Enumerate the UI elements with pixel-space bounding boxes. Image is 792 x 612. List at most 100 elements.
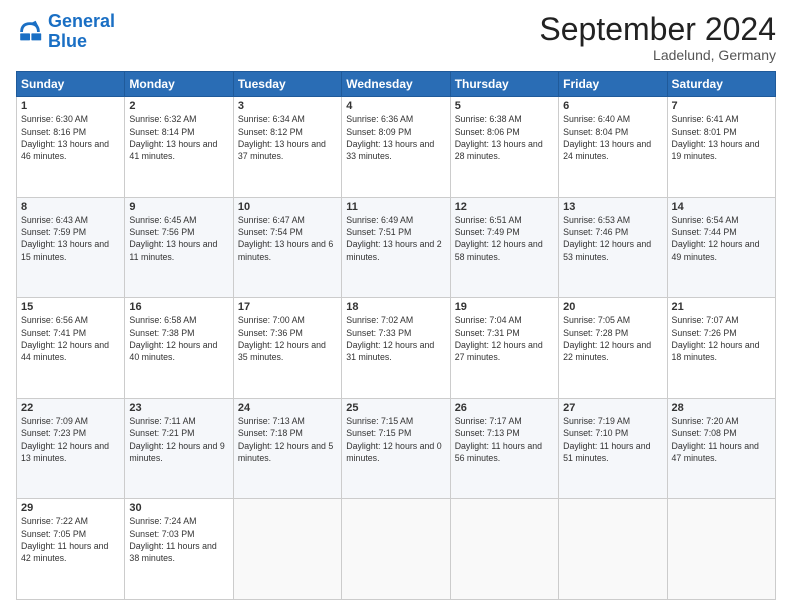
weekday-header: Thursday: [450, 72, 558, 97]
day-info: Sunrise: 7:17 AMSunset: 7:13 PMDaylight:…: [455, 415, 554, 464]
day-number: 24: [238, 402, 337, 414]
day-number: 15: [21, 301, 120, 313]
calendar-cell: 28Sunrise: 7:20 AMSunset: 7:08 PMDayligh…: [667, 398, 775, 499]
day-info: Sunrise: 6:47 AMSunset: 7:54 PMDaylight:…: [238, 214, 337, 263]
day-number: 11: [346, 201, 445, 213]
day-info: Sunrise: 7:20 AMSunset: 7:08 PMDaylight:…: [672, 415, 771, 464]
calendar-cell: 13Sunrise: 6:53 AMSunset: 7:46 PMDayligh…: [559, 197, 667, 298]
day-number: 4: [346, 100, 445, 112]
day-info: Sunrise: 7:00 AMSunset: 7:36 PMDaylight:…: [238, 314, 337, 363]
day-number: 5: [455, 100, 554, 112]
logo: General Blue: [16, 12, 115, 52]
day-info: Sunrise: 6:34 AMSunset: 8:12 PMDaylight:…: [238, 113, 337, 162]
day-number: 12: [455, 201, 554, 213]
calendar-cell: 23Sunrise: 7:11 AMSunset: 7:21 PMDayligh…: [125, 398, 233, 499]
day-number: 23: [129, 402, 228, 414]
weekday-header: Friday: [559, 72, 667, 97]
day-info: Sunrise: 6:58 AMSunset: 7:38 PMDaylight:…: [129, 314, 228, 363]
calendar-cell: 12Sunrise: 6:51 AMSunset: 7:49 PMDayligh…: [450, 197, 558, 298]
calendar-cell: 19Sunrise: 7:04 AMSunset: 7:31 PMDayligh…: [450, 298, 558, 399]
calendar-cell: 20Sunrise: 7:05 AMSunset: 7:28 PMDayligh…: [559, 298, 667, 399]
day-info: Sunrise: 6:43 AMSunset: 7:59 PMDaylight:…: [21, 214, 120, 263]
day-info: Sunrise: 7:13 AMSunset: 7:18 PMDaylight:…: [238, 415, 337, 464]
day-number: 10: [238, 201, 337, 213]
calendar-cell: 9Sunrise: 6:45 AMSunset: 7:56 PMDaylight…: [125, 197, 233, 298]
logo-icon: [16, 18, 44, 46]
calendar-cell: 15Sunrise: 6:56 AMSunset: 7:41 PMDayligh…: [17, 298, 125, 399]
calendar-cell: 26Sunrise: 7:17 AMSunset: 7:13 PMDayligh…: [450, 398, 558, 499]
calendar-cell: [667, 499, 775, 600]
calendar-cell: 7Sunrise: 6:41 AMSunset: 8:01 PMDaylight…: [667, 97, 775, 198]
calendar-cell: [559, 499, 667, 600]
day-info: Sunrise: 7:19 AMSunset: 7:10 PMDaylight:…: [563, 415, 662, 464]
day-info: Sunrise: 7:15 AMSunset: 7:15 PMDaylight:…: [346, 415, 445, 464]
day-number: 2: [129, 100, 228, 112]
calendar-cell: 18Sunrise: 7:02 AMSunset: 7:33 PMDayligh…: [342, 298, 450, 399]
calendar-table: SundayMondayTuesdayWednesdayThursdayFrid…: [16, 71, 776, 600]
calendar-cell: 24Sunrise: 7:13 AMSunset: 7:18 PMDayligh…: [233, 398, 341, 499]
day-number: 25: [346, 402, 445, 414]
day-info: Sunrise: 6:54 AMSunset: 7:44 PMDaylight:…: [672, 214, 771, 263]
weekday-header: Saturday: [667, 72, 775, 97]
day-number: 6: [563, 100, 662, 112]
day-info: Sunrise: 6:32 AMSunset: 8:14 PMDaylight:…: [129, 113, 228, 162]
calendar-cell: 8Sunrise: 6:43 AMSunset: 7:59 PMDaylight…: [17, 197, 125, 298]
day-number: 22: [21, 402, 120, 414]
day-info: Sunrise: 7:24 AMSunset: 7:03 PMDaylight:…: [129, 515, 228, 564]
day-number: 17: [238, 301, 337, 313]
weekday-header: Sunday: [17, 72, 125, 97]
day-number: 29: [21, 502, 120, 514]
logo-text: General Blue: [48, 12, 115, 52]
day-info: Sunrise: 6:41 AMSunset: 8:01 PMDaylight:…: [672, 113, 771, 162]
day-number: 14: [672, 201, 771, 213]
day-number: 7: [672, 100, 771, 112]
day-info: Sunrise: 7:09 AMSunset: 7:23 PMDaylight:…: [21, 415, 120, 464]
weekday-header: Monday: [125, 72, 233, 97]
day-number: 18: [346, 301, 445, 313]
logo-line2: Blue: [48, 31, 87, 51]
page: General Blue September 2024 Ladelund, Ge…: [0, 0, 792, 612]
day-info: Sunrise: 7:05 AMSunset: 7:28 PMDaylight:…: [563, 314, 662, 363]
day-info: Sunrise: 6:30 AMSunset: 8:16 PMDaylight:…: [21, 113, 120, 162]
day-info: Sunrise: 7:07 AMSunset: 7:26 PMDaylight:…: [672, 314, 771, 363]
calendar-cell: 16Sunrise: 6:58 AMSunset: 7:38 PMDayligh…: [125, 298, 233, 399]
day-info: Sunrise: 6:56 AMSunset: 7:41 PMDaylight:…: [21, 314, 120, 363]
day-info: Sunrise: 7:04 AMSunset: 7:31 PMDaylight:…: [455, 314, 554, 363]
calendar-cell: [233, 499, 341, 600]
month-title: September 2024: [539, 12, 776, 47]
day-number: 1: [21, 100, 120, 112]
day-number: 20: [563, 301, 662, 313]
top-section: General Blue September 2024 Ladelund, Ge…: [16, 12, 776, 63]
day-number: 26: [455, 402, 554, 414]
day-number: 16: [129, 301, 228, 313]
calendar-cell: [342, 499, 450, 600]
calendar-cell: 4Sunrise: 6:36 AMSunset: 8:09 PMDaylight…: [342, 97, 450, 198]
calendar-cell: 14Sunrise: 6:54 AMSunset: 7:44 PMDayligh…: [667, 197, 775, 298]
day-info: Sunrise: 6:38 AMSunset: 8:06 PMDaylight:…: [455, 113, 554, 162]
calendar-cell: 17Sunrise: 7:00 AMSunset: 7:36 PMDayligh…: [233, 298, 341, 399]
calendar-cell: 30Sunrise: 7:24 AMSunset: 7:03 PMDayligh…: [125, 499, 233, 600]
location: Ladelund, Germany: [539, 47, 776, 63]
calendar-cell: 11Sunrise: 6:49 AMSunset: 7:51 PMDayligh…: [342, 197, 450, 298]
calendar-cell: 1Sunrise: 6:30 AMSunset: 8:16 PMDaylight…: [17, 97, 125, 198]
calendar-cell: 25Sunrise: 7:15 AMSunset: 7:15 PMDayligh…: [342, 398, 450, 499]
calendar-cell: 27Sunrise: 7:19 AMSunset: 7:10 PMDayligh…: [559, 398, 667, 499]
weekday-header: Wednesday: [342, 72, 450, 97]
title-block: September 2024 Ladelund, Germany: [539, 12, 776, 63]
logo-line1: General: [48, 11, 115, 31]
day-number: 27: [563, 402, 662, 414]
day-info: Sunrise: 6:45 AMSunset: 7:56 PMDaylight:…: [129, 214, 228, 263]
day-info: Sunrise: 7:11 AMSunset: 7:21 PMDaylight:…: [129, 415, 228, 464]
calendar-cell: 29Sunrise: 7:22 AMSunset: 7:05 PMDayligh…: [17, 499, 125, 600]
day-info: Sunrise: 6:36 AMSunset: 8:09 PMDaylight:…: [346, 113, 445, 162]
day-info: Sunrise: 7:02 AMSunset: 7:33 PMDaylight:…: [346, 314, 445, 363]
day-number: 9: [129, 201, 228, 213]
day-info: Sunrise: 6:40 AMSunset: 8:04 PMDaylight:…: [563, 113, 662, 162]
day-number: 13: [563, 201, 662, 213]
calendar-cell: 21Sunrise: 7:07 AMSunset: 7:26 PMDayligh…: [667, 298, 775, 399]
day-number: 21: [672, 301, 771, 313]
calendar-cell: 10Sunrise: 6:47 AMSunset: 7:54 PMDayligh…: [233, 197, 341, 298]
day-info: Sunrise: 7:22 AMSunset: 7:05 PMDaylight:…: [21, 515, 120, 564]
day-number: 8: [21, 201, 120, 213]
day-info: Sunrise: 6:49 AMSunset: 7:51 PMDaylight:…: [346, 214, 445, 263]
